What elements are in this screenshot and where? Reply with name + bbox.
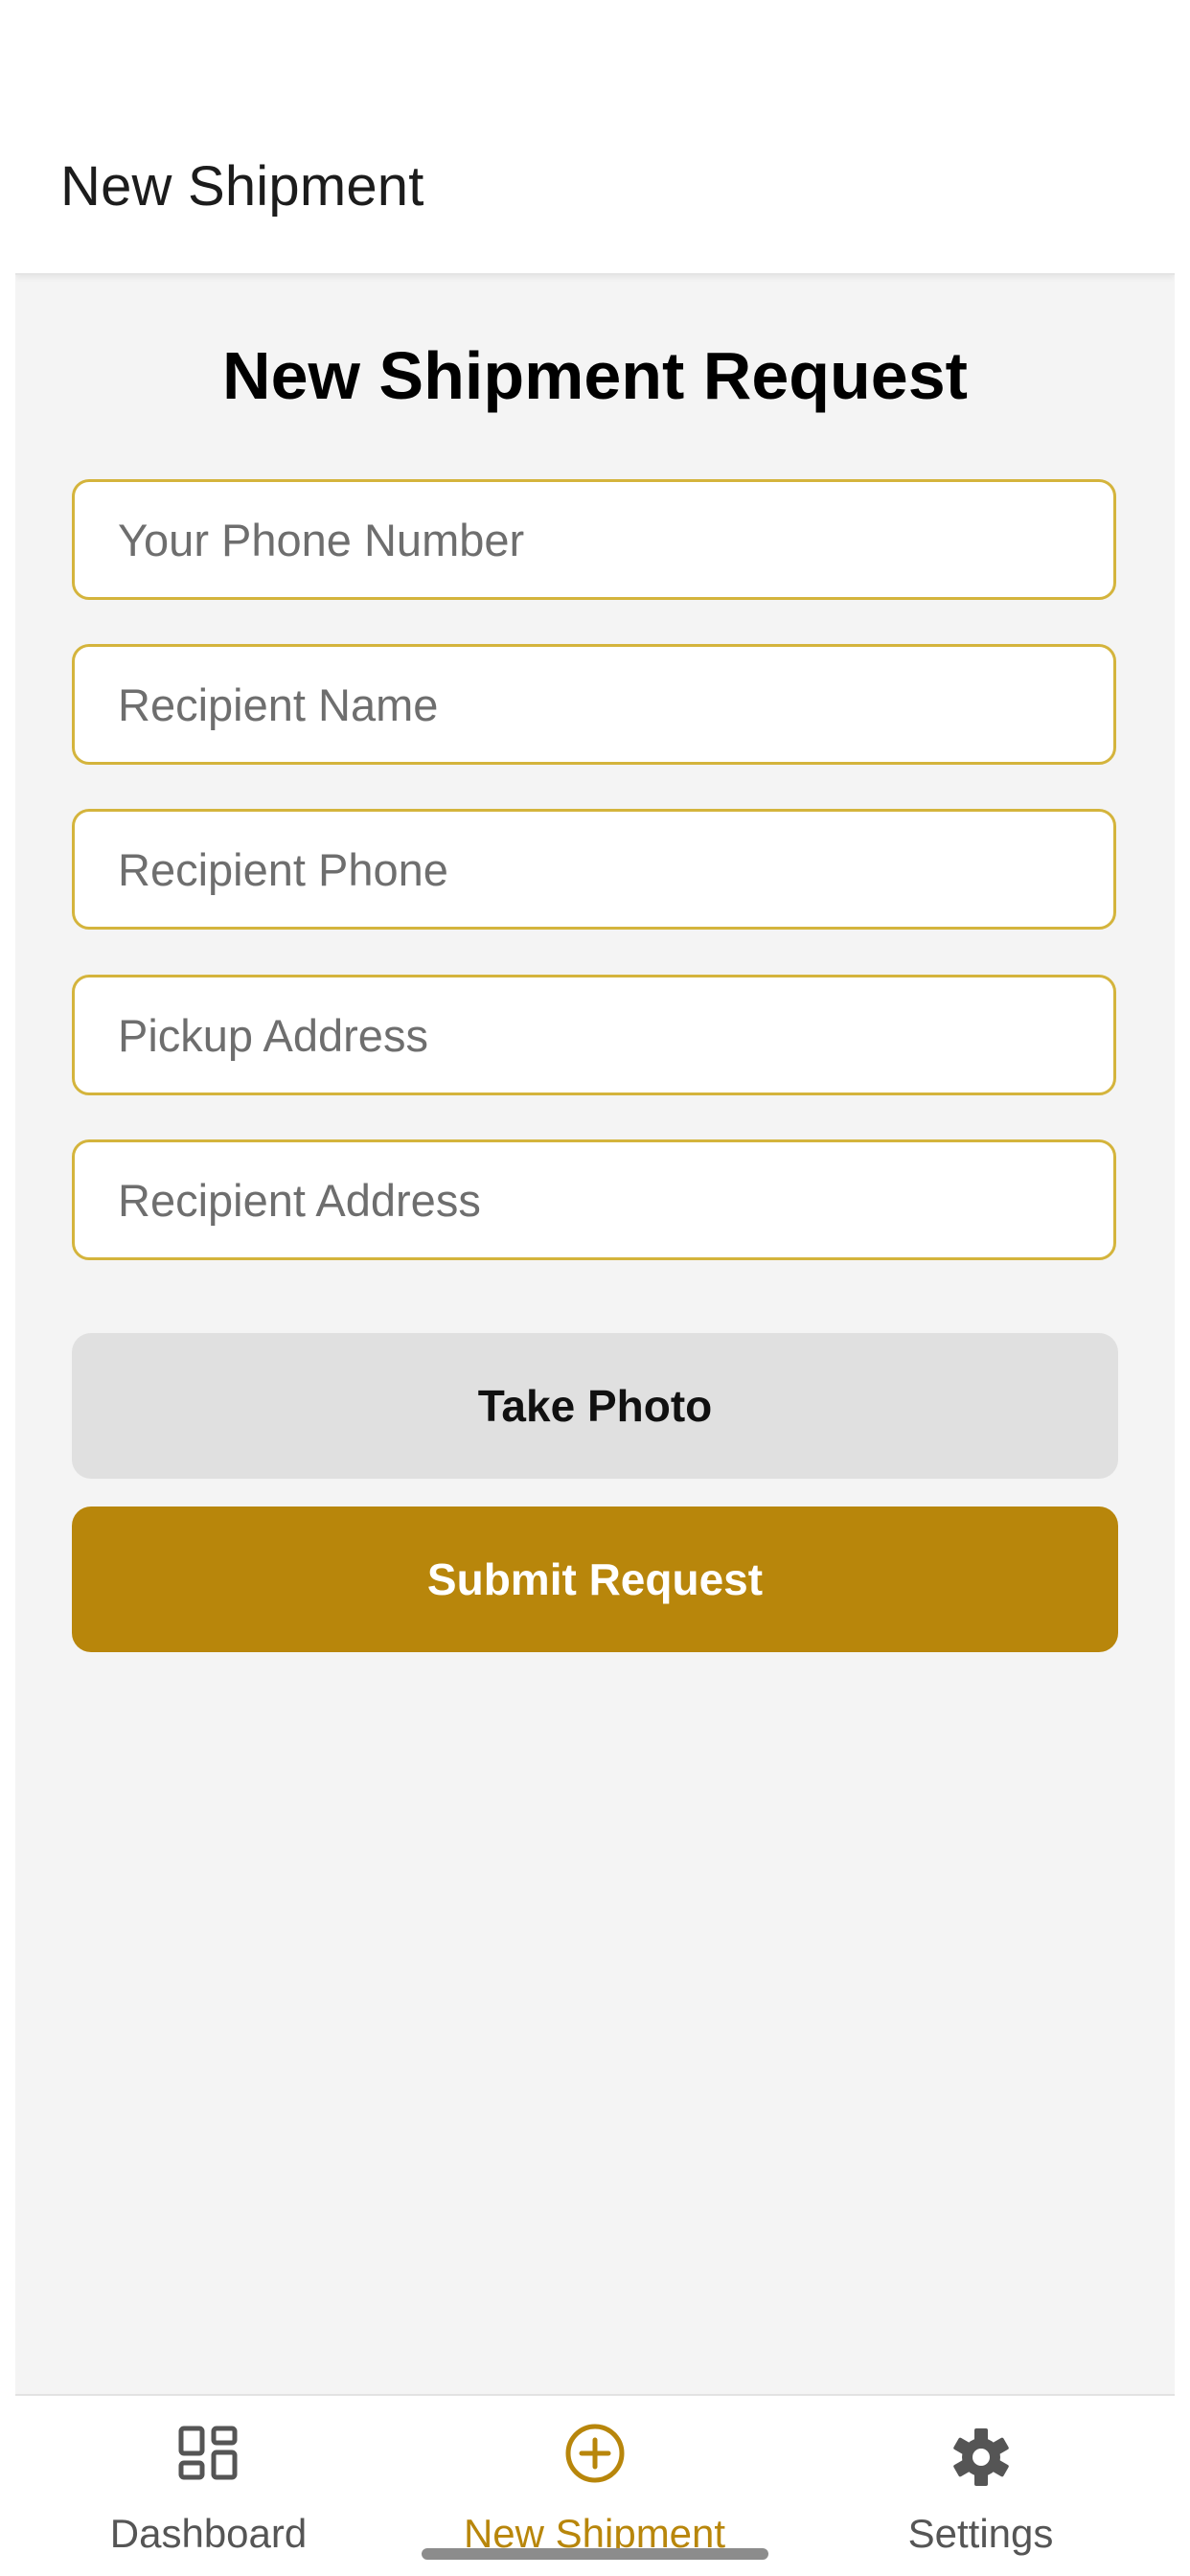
gear-icon	[952, 2428, 1009, 2486]
page-title: New Shipment	[60, 155, 424, 218]
form-title: New Shipment Request	[222, 338, 968, 413]
tab-dashboard-label: Dashboard	[109, 2511, 308, 2556]
tab-settings-label: Settings	[907, 2511, 1054, 2556]
pickup-address-input[interactable]	[72, 975, 1116, 1095]
submit-request-button[interactable]: Submit Request	[72, 1506, 1118, 1652]
add-circle-icon	[565, 2424, 624, 2483]
app-header: New Shipment	[15, 0, 1175, 275]
take-photo-button[interactable]: Take Photo	[72, 1333, 1118, 1479]
app-screen: New Shipment New Shipment Request Take P…	[15, 0, 1175, 2576]
tab-settings[interactable]: Settings	[788, 2396, 1174, 2576]
recipient-phone-input[interactable]	[72, 809, 1116, 930]
home-indicator	[422, 2548, 768, 2560]
recipient-name-input[interactable]	[72, 644, 1116, 765]
your-phone-number-input[interactable]	[72, 479, 1116, 600]
dashboard-icon	[178, 2426, 237, 2480]
tab-dashboard[interactable]: Dashboard	[15, 2396, 401, 2576]
recipient-address-input[interactable]	[72, 1139, 1116, 1260]
